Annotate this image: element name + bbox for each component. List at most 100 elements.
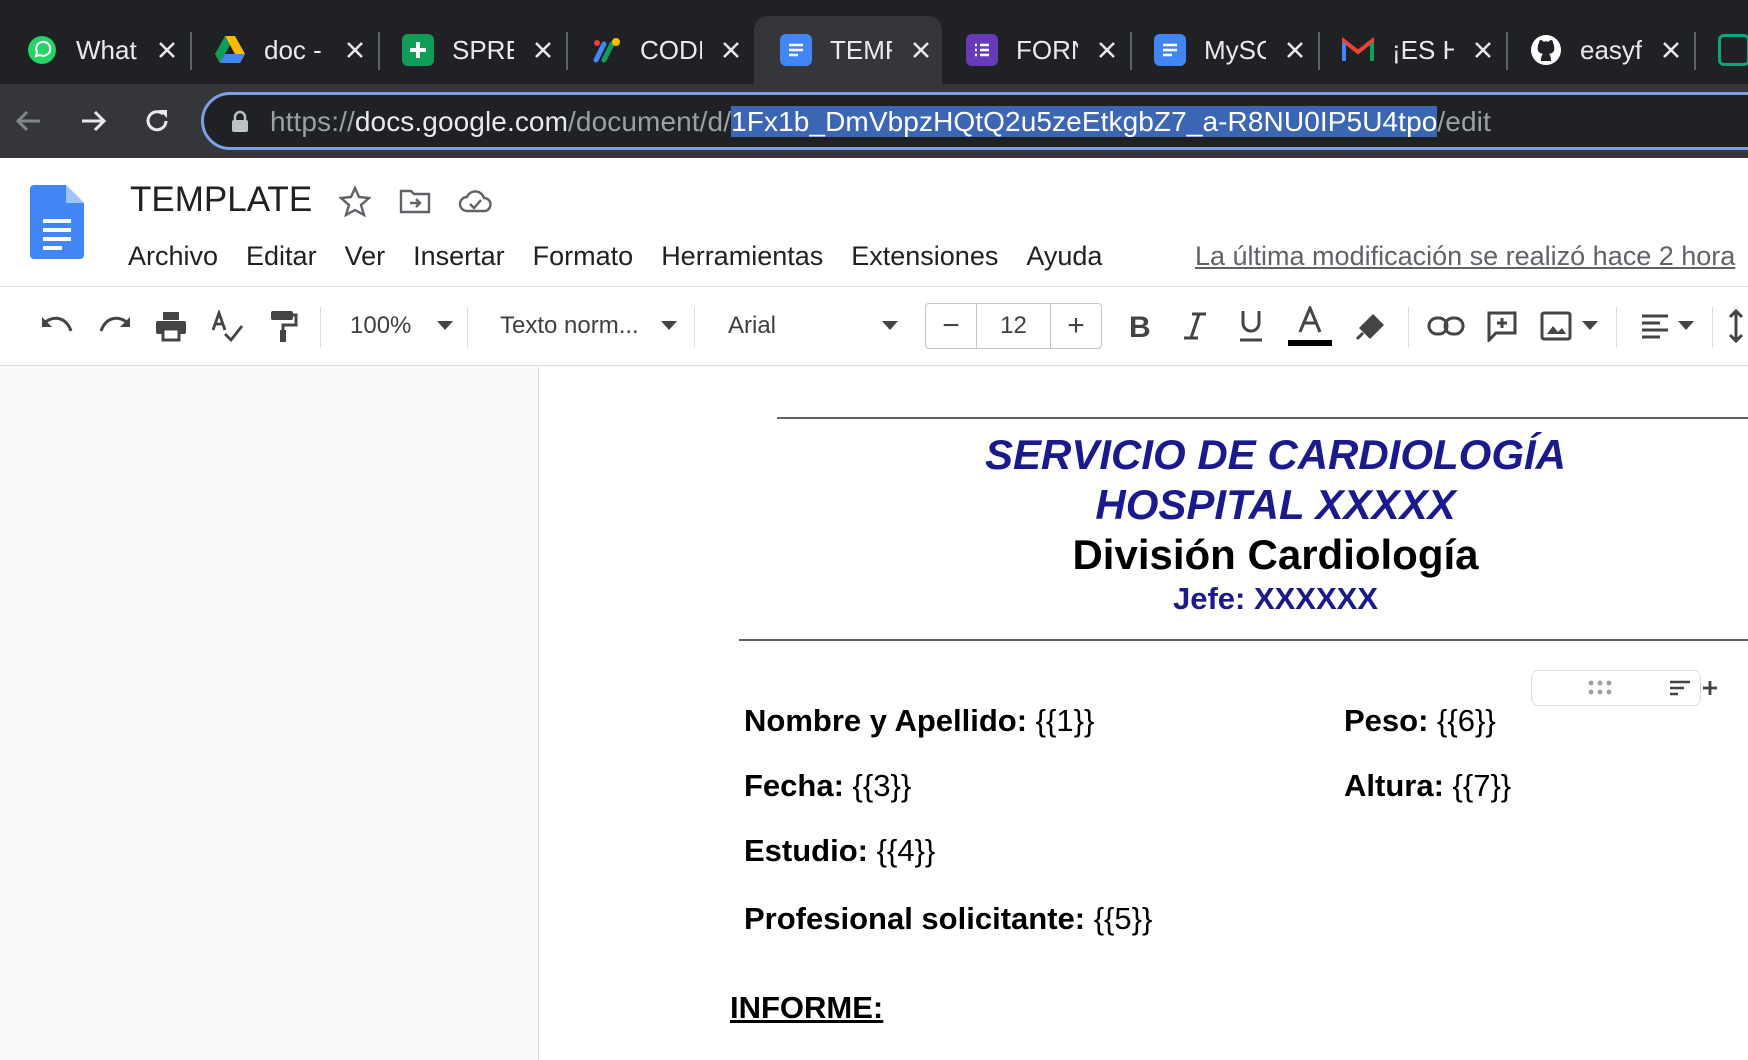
close-icon[interactable] <box>530 37 556 63</box>
browser-tab-github[interactable]: easyf <box>1504 16 1684 84</box>
italic-icon[interactable] <box>1174 305 1216 347</box>
insert-image-icon[interactable] <box>1536 305 1602 347</box>
menu-ayuda[interactable]: Ayuda <box>1012 236 1116 276</box>
close-icon[interactable] <box>908 37 934 63</box>
url-doc-id-selected: 1Fx1b_DmVbpzHQtQ2u5zeEtkgbZ7_a-R8NU0IP5U… <box>731 106 1438 137</box>
tab-title: TEMF <box>830 34 892 65</box>
field-estudio-label: Estudio: <box>744 833 868 868</box>
field-fecha-value: {{3}} <box>843 768 912 803</box>
header-top-rule <box>777 417 1748 419</box>
highlight-pen-icon[interactable] <box>1350 305 1392 347</box>
header-servicio: SERVICIO DE CARDIOLOGÍA <box>984 431 1567 478</box>
header-division: División Cardiología <box>1072 531 1479 578</box>
docs-header: TEMPLATE Archivo Editar Ver Insertar For… <box>0 158 1748 286</box>
field-nombre: Nombre y Apellido: {{1}} <box>744 703 1094 739</box>
increase-font-size-button[interactable]: + <box>1051 304 1101 348</box>
font-size-stepper: − 12 + <box>925 303 1102 349</box>
menu-ver[interactable]: Ver <box>331 236 400 276</box>
tab-title: FORN <box>1016 34 1078 65</box>
forward-arrow-icon[interactable] <box>72 100 114 142</box>
lock-icon[interactable] <box>230 110 250 139</box>
browser-tab-sheets[interactable]: SPRE <box>376 16 556 84</box>
docs-menu-bar: Archivo Editar Ver Insertar Formato Herr… <box>114 236 1116 276</box>
cloud-saved-icon[interactable] <box>456 182 494 220</box>
zoom-select[interactable]: 100% <box>336 305 456 347</box>
menu-insertar[interactable]: Insertar <box>399 236 519 276</box>
menu-herramientas[interactable]: Herramientas <box>647 236 837 276</box>
tab-title: easyf <box>1580 34 1642 65</box>
url-path: /document/d/ <box>568 106 732 137</box>
browser-tab-whatsapp[interactable]: What <box>0 16 180 84</box>
browser-tab-drive[interactable]: doc - <box>188 16 368 84</box>
font-family-select[interactable]: Arial <box>712 305 908 347</box>
address-bar[interactable]: https://docs.google.com/document/d/1Fx1b… <box>201 92 1748 150</box>
line-spacing-icon[interactable] <box>1724 305 1748 347</box>
browser-tab-partial[interactable] <box>1692 16 1748 84</box>
print-icon[interactable] <box>150 305 192 347</box>
document-title[interactable]: TEMPLATE <box>130 180 312 220</box>
close-icon[interactable] <box>1470 37 1496 63</box>
url-scheme: https:// <box>270 106 355 137</box>
paragraph-style-value: Texto norm... <box>500 312 639 339</box>
reload-icon[interactable] <box>136 100 178 142</box>
field-nombre-label: Nombre y Apellido: <box>744 703 1028 738</box>
document-page[interactable]: SERVICIO DE CARDIOLOGÍA HOSPITAL XXXXX D… <box>538 367 1748 1060</box>
undo-icon[interactable] <box>36 305 78 347</box>
font-size-input[interactable]: 12 <box>976 304 1051 348</box>
header-hospital: HOSPITAL XXXXX <box>1095 481 1456 528</box>
close-icon[interactable] <box>154 37 180 63</box>
browser-tab-template-active[interactable]: TEMF <box>754 16 942 84</box>
browser-tab-forms[interactable]: FORN <box>940 16 1120 84</box>
decrease-font-size-button[interactable]: − <box>926 304 976 348</box>
insert-link-icon[interactable] <box>1424 305 1468 347</box>
toolbar-separator <box>694 307 695 347</box>
star-icon[interactable] <box>336 182 374 220</box>
browser-tab-gmail[interactable]: ¡ES H <box>1316 16 1496 84</box>
url-text[interactable]: https://docs.google.com/document/d/1Fx1b… <box>270 106 1491 138</box>
tab-title: doc - <box>264 34 322 65</box>
google-forms-icon <box>966 34 998 66</box>
field-peso-value: {{6}} <box>1428 703 1496 738</box>
add-comment-icon[interactable] <box>1480 305 1524 347</box>
menu-editar[interactable]: Editar <box>232 236 331 276</box>
close-icon[interactable] <box>1658 37 1684 63</box>
align-left-icon[interactable] <box>1634 305 1700 347</box>
paragraph-style-select[interactable]: Texto norm... <box>484 305 684 347</box>
table-handle-widget[interactable] <box>1531 670 1717 706</box>
redo-icon[interactable] <box>94 305 136 347</box>
gmail-icon <box>1342 34 1374 66</box>
menu-archivo[interactable]: Archivo <box>114 236 232 276</box>
toolbar-separator <box>1616 307 1617 347</box>
svg-text:B: B <box>1129 311 1151 341</box>
informe-heading: INFORME: <box>730 990 884 1025</box>
apps-script-icon <box>590 34 622 66</box>
spellcheck-icon[interactable] <box>206 305 248 347</box>
menu-formato[interactable]: Formato <box>519 236 648 276</box>
paint-format-icon[interactable] <box>262 305 304 347</box>
field-altura: Altura: {{7}} <box>1344 768 1511 804</box>
underline-icon[interactable] <box>1230 305 1272 347</box>
close-icon[interactable] <box>1094 37 1120 63</box>
close-icon[interactable] <box>342 37 368 63</box>
google-docs-logo-icon[interactable] <box>30 185 84 264</box>
browser-tab-mysql-doc[interactable]: MySC <box>1128 16 1308 84</box>
close-icon[interactable] <box>1282 37 1308 63</box>
browser-tab-apps-script[interactable]: CODI <box>564 16 744 84</box>
last-modified-link[interactable]: La última modificación se realizó hace 2… <box>1195 236 1735 276</box>
back-arrow-icon[interactable] <box>8 100 50 142</box>
field-nombre-value: {{1}} <box>1027 703 1095 738</box>
browser-toolbar: https://docs.google.com/document/d/1Fx1b… <box>0 84 1748 158</box>
app-icon <box>1718 34 1748 66</box>
text-color-icon[interactable] <box>1286 305 1334 347</box>
close-icon[interactable] <box>718 37 744 63</box>
tab-title: MySC <box>1204 34 1266 65</box>
tab-title: ¡ES H <box>1392 34 1454 65</box>
field-altura-value: {{7}} <box>1443 768 1512 803</box>
url-suffix: /edit <box>1437 106 1491 137</box>
toolbar-separator <box>467 307 468 347</box>
move-folder-icon[interactable] <box>396 182 434 220</box>
browser-tab-strip: What doc - SPRE CODI TEMF <box>0 0 1748 84</box>
chevron-down-icon <box>660 321 677 330</box>
bold-icon[interactable]: B <box>1118 305 1160 347</box>
menu-extensiones[interactable]: Extensiones <box>837 236 1012 276</box>
